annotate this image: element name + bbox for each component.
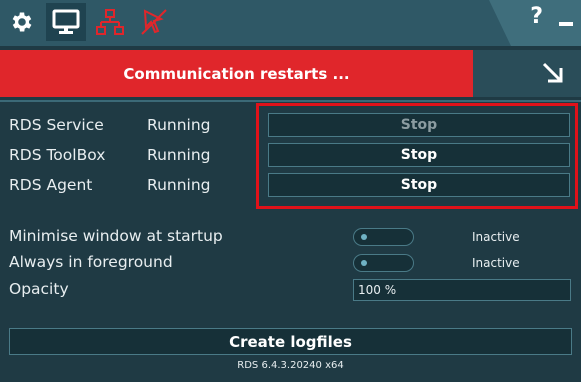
minimize-icon[interactable] [559,22,573,26]
service-name-rds-toolbox: RDS ToolBox [9,146,106,164]
service-status-rds-toolbox: Running [147,146,211,164]
foreground-label: Always in foreground [9,253,173,271]
service-name-rds-service: RDS Service [9,116,104,134]
monitor-icon[interactable] [46,3,86,41]
service-status-rds-service: Running [147,116,211,134]
foreground-state: Inactive [472,256,520,270]
toggle-knob [361,260,367,266]
status-banner: Communication restarts ... [0,50,473,97]
arrow-down-right-icon[interactable] [540,60,566,90]
service-name-rds-agent: RDS Agent [9,176,93,194]
minimise-toggle[interactable] [353,228,414,246]
service-status-rds-agent: Running [147,176,211,194]
foreground-toggle[interactable] [353,254,414,272]
opacity-input[interactable]: 100 % [353,279,571,301]
gear-icon[interactable] [2,3,42,41]
network-icon[interactable] [90,3,130,41]
minimise-label: Minimise window at startup [9,227,223,245]
opacity-label: Opacity [9,280,69,298]
section-divider [0,100,581,102]
cursor-disabled-icon[interactable] [134,3,174,41]
version-label: RDS 6.4.3.20240 x64 [237,360,344,371]
minimise-state: Inactive [472,230,520,244]
top-toolbar: ? [0,0,581,46]
create-logfiles-button[interactable]: Create logfiles [9,328,572,355]
toggle-knob [361,234,367,240]
highlight-box [256,103,578,209]
help-icon[interactable]: ? [530,4,543,29]
